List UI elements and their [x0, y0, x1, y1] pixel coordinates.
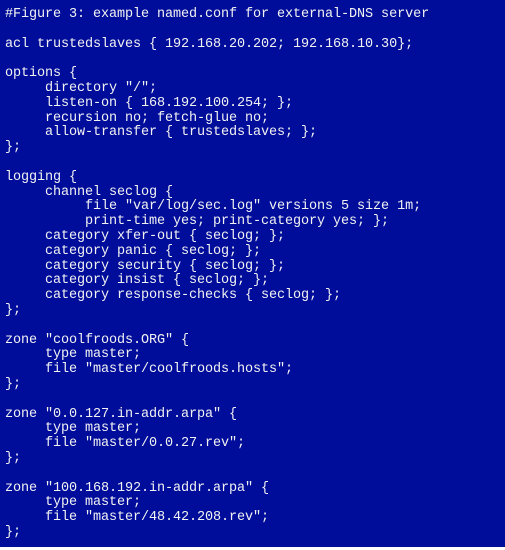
options-close-line: };	[5, 140, 22, 156]
logging-category-line: category insist { seclog; };	[5, 273, 270, 289]
logging-file-line: file "var/log/sec.log" versions 5 size 1…	[5, 199, 422, 215]
zone-file-line: file "master/coolfroods.hosts";	[5, 362, 294, 378]
zone-open-line: zone "coolfroods.ORG" {	[5, 332, 190, 348]
zone-close-line: };	[5, 450, 22, 466]
logging-channel-line: channel seclog {	[5, 184, 174, 200]
logging-category-line: category security { seclog; };	[5, 258, 286, 274]
options-allow-transfer-line: allow-transfer { trustedslaves; };	[5, 125, 318, 141]
zone-open-line: zone "0.0.127.in-addr.arpa" {	[5, 406, 238, 422]
logging-category-line: category xfer-out { seclog; };	[5, 228, 286, 244]
zone-file-line: file "master/0.0.27.rev";	[5, 436, 246, 452]
zone-close-line: };	[5, 524, 22, 540]
logging-category-line: category response-checks { seclog; };	[5, 288, 342, 304]
figure-caption-line: #Figure 3: example named.conf for extern…	[5, 7, 430, 22]
code-listing: #Figure 3: example named.conf for extern…	[0, 0, 505, 547]
zone-type-line: type master;	[5, 421, 142, 437]
zone-open-line: zone "100.168.192.in-addr.arpa" {	[5, 480, 270, 496]
logging-print-line: print-time yes; print-category yes; };	[5, 214, 390, 230]
acl-line: acl trustedslaves { 192.168.20.202; 192.…	[5, 36, 414, 52]
zone-type-line: type master;	[5, 495, 142, 511]
options-recursion-line: recursion no; fetch-glue no;	[5, 110, 270, 126]
logging-close-line: };	[5, 302, 22, 318]
options-directory-line: directory "/";	[5, 80, 158, 96]
logging-open-line: logging {	[5, 169, 78, 185]
logging-category-line: category panic { seclog; };	[5, 243, 262, 259]
options-open-line: options {	[5, 66, 78, 82]
zone-file-line: file "master/48.42.208.rev";	[5, 510, 270, 526]
zone-type-line: type master;	[5, 347, 142, 363]
zone-close-line: };	[5, 376, 22, 392]
options-listen-on-line: listen-on { 168.192.100.254; };	[5, 95, 294, 111]
